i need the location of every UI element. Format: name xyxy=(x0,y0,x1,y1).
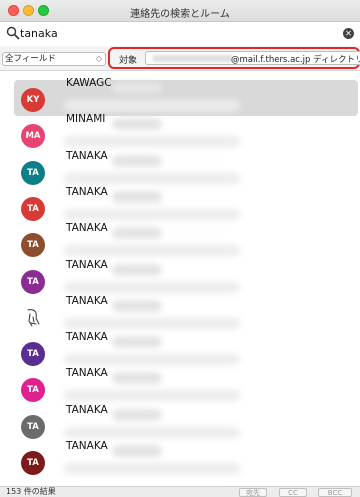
avatar: TA xyxy=(21,233,45,258)
search-icon xyxy=(6,26,20,40)
contact-row[interactable]: TA TANAKA xyxy=(14,367,358,406)
contact-name: MINAMI xyxy=(66,113,106,126)
contact-row[interactable]: TA TANAKA xyxy=(14,440,358,479)
redacted-name xyxy=(112,263,162,276)
avatar: TA xyxy=(21,160,45,185)
contact-row[interactable]: KY KAWAGC xyxy=(14,77,358,116)
redacted-detail xyxy=(64,100,240,111)
chevron-updown-icon: ◇ xyxy=(95,54,102,63)
contact-name: TANAKA xyxy=(66,367,108,380)
contact-name: TANAKA xyxy=(66,294,108,307)
redacted-detail xyxy=(64,172,240,184)
contact-name: TANAKA xyxy=(66,440,108,452)
redacted-text xyxy=(152,55,234,62)
field-filter-select[interactable]: 全フィールド ◇ xyxy=(2,52,106,66)
contact-name: KAWAGC xyxy=(66,77,112,89)
contact-name: TANAKA xyxy=(66,331,108,344)
redacted-name xyxy=(112,408,162,421)
redacted-name xyxy=(112,372,162,385)
field-filter-value: 全フィールド xyxy=(5,54,56,64)
scope-value: @mail.f.thers.ac.jp ディレクトリ xyxy=(231,55,360,65)
redacted-detail xyxy=(64,136,240,148)
redacted-name xyxy=(112,154,162,167)
redacted-name xyxy=(112,445,162,457)
contact-row[interactable]: TA TANAKA xyxy=(14,403,358,443)
avatar: KY xyxy=(21,88,45,112)
status-bar: 153 件の結果 宛先 CC BCC xyxy=(0,486,360,497)
contact-name: TANAKA xyxy=(66,185,108,198)
to-button[interactable]: 宛先 xyxy=(239,488,267,497)
contact-row[interactable]: TA TANAKA xyxy=(14,258,358,298)
redacted-name xyxy=(112,82,162,94)
redacted-detail xyxy=(64,426,240,438)
search-bar: ✕ xyxy=(0,22,360,46)
redacted-detail xyxy=(64,208,240,220)
contact-row[interactable]: TA TANAKA xyxy=(14,331,358,370)
avatar: TA xyxy=(21,269,45,294)
contact-name: TANAKA xyxy=(66,222,108,235)
contact-name: TANAKA xyxy=(66,258,108,271)
search-input[interactable] xyxy=(20,25,320,41)
avatar: MA xyxy=(21,124,45,149)
contact-list: KY KAWAGC MA MINAMI TA TANAKA TA TANAKA TA TANAKA… xyxy=(0,71,360,486)
scope-highlight: 対象 @mail.f.thers.ac.jp ディレクトリ xyxy=(108,47,360,69)
title-bar: 連絡先の検索とルーム xyxy=(0,0,360,22)
window-title: 連絡先の検索とルーム xyxy=(130,9,230,20)
redacted-detail xyxy=(64,281,240,293)
avatar: TA xyxy=(21,342,45,367)
redacted-name xyxy=(112,118,162,131)
contact-row[interactable]: TA TANAKA xyxy=(14,149,358,189)
redacted-name xyxy=(112,227,162,240)
result-count: 153 件の結果 xyxy=(6,487,56,496)
contact-name: TANAKA xyxy=(66,149,108,162)
sketch-avatar-icon xyxy=(21,305,45,330)
redacted-name xyxy=(112,299,162,312)
redacted-detail xyxy=(64,354,240,366)
redacted-name xyxy=(112,336,162,349)
redacted-detail xyxy=(64,317,240,329)
filter-bar: 全フィールド ◇ 対象 @mail.f.thers.ac.jp ディレクトリ xyxy=(0,46,360,71)
redacted-detail xyxy=(64,245,240,257)
contact-row[interactable]: TA TANAKA xyxy=(14,222,358,261)
contact-name: TANAKA xyxy=(66,403,108,416)
scope-select[interactable]: @mail.f.thers.ac.jp ディレクトリ xyxy=(145,51,360,65)
redacted-name xyxy=(112,190,162,203)
clear-search-icon[interactable]: ✕ xyxy=(343,28,354,39)
bcc-button[interactable]: BCC xyxy=(318,488,352,497)
cc-button[interactable]: CC xyxy=(279,488,307,497)
contact-row[interactable]: TA TANAKA xyxy=(14,185,358,225)
contact-row[interactable]: MA MINAMI xyxy=(14,113,358,152)
scope-label: 対象 xyxy=(119,56,138,66)
redacted-detail xyxy=(64,463,240,474)
avatar: TA xyxy=(21,378,45,403)
contact-row[interactable]: TANAKA xyxy=(14,294,358,334)
avatar: TA xyxy=(21,451,45,475)
redacted-detail xyxy=(64,390,240,402)
avatar: TA xyxy=(21,414,45,439)
avatar: TA xyxy=(21,196,45,221)
